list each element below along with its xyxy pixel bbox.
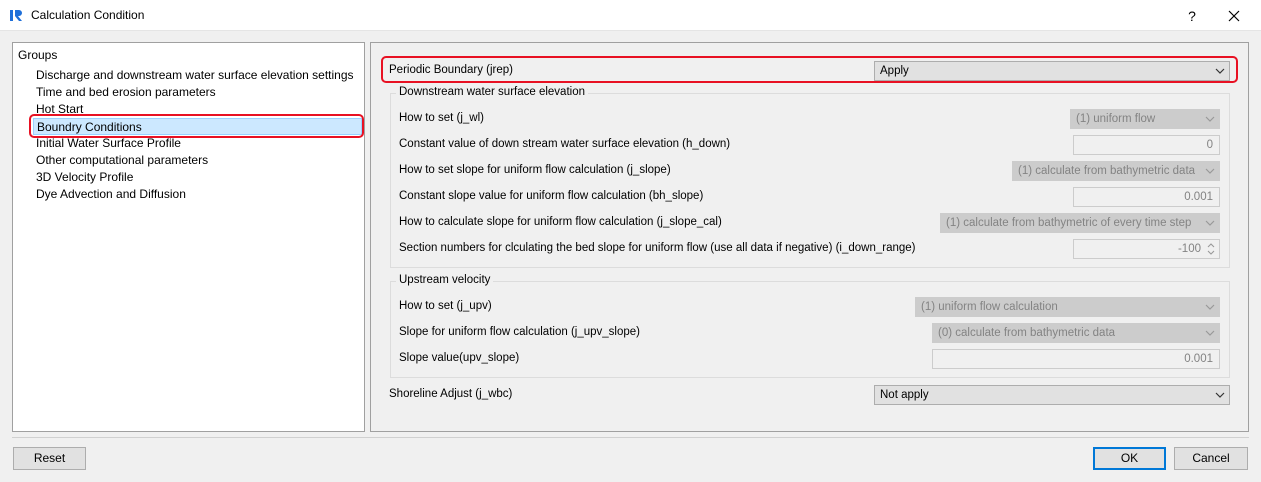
shoreline-select[interactable]: Not apply	[874, 385, 1230, 405]
j-wl-select[interactable]: (1) uniform flow	[1070, 109, 1220, 129]
i-down-range-value: -100	[1177, 243, 1201, 255]
j-slope-select[interactable]: (1) calculate from bathymetric data	[1012, 161, 1220, 181]
chevron-down-icon	[1205, 304, 1215, 310]
j-upv-value: (1) uniform flow calculation	[921, 301, 1058, 313]
j-wl-label: How to set (j_wl)	[399, 112, 484, 124]
bh-slope-label: Constant slope value for uniform flow ca…	[399, 190, 704, 202]
i-down-range-label: Section numbers for clculating the bed s…	[399, 242, 916, 254]
j-upv-label: How to set (j_upv)	[399, 300, 492, 312]
j-slope-cal-select[interactable]: (1) calculate from bathymetric of every …	[940, 213, 1220, 233]
j-upv-select[interactable]: (1) uniform flow calculation	[915, 297, 1220, 317]
help-button[interactable]: ?	[1181, 6, 1203, 26]
upv-slope-label: Slope value(upv_slope)	[399, 352, 520, 364]
ok-button[interactable]: OK	[1093, 447, 1166, 470]
j-slope-value: (1) calculate from bathymetric data	[1018, 165, 1196, 177]
h-down-input[interactable]: 0	[1073, 135, 1220, 155]
close-button[interactable]	[1223, 6, 1245, 26]
highlight-box-periodic-boundary	[381, 56, 1238, 83]
reset-button[interactable]: Reset	[13, 447, 86, 470]
j-upv-slope-value: (0) calculate from bathymetric data	[938, 327, 1116, 339]
j-wl-value: (1) uniform flow	[1076, 113, 1156, 125]
groups-title: Groups	[18, 48, 58, 62]
upstream-title: Upstream velocity	[396, 274, 494, 286]
j-upv-slope-select[interactable]: (0) calculate from bathymetric data	[932, 323, 1220, 343]
chevron-down-icon	[1205, 220, 1215, 226]
group-item-discharge[interactable]: Discharge and downstream water surface e…	[36, 67, 354, 84]
h-down-label: Constant value of down stream water surf…	[399, 138, 731, 150]
shoreline-value: Not apply	[880, 389, 929, 401]
bh-slope-input[interactable]: 0.001	[1073, 187, 1220, 207]
cancel-button[interactable]: Cancel	[1174, 447, 1248, 470]
chevron-down-icon	[1205, 116, 1215, 122]
title-bar: Calculation Condition ?	[0, 0, 1261, 31]
groups-list: Groups Discharge and downstream water su…	[12, 42, 365, 432]
bh-slope-value: 0.001	[1184, 191, 1213, 203]
j-slope-label: How to set slope for uniform flow calcul…	[399, 164, 671, 176]
chevron-down-icon	[1215, 392, 1225, 398]
chevron-down-icon	[1205, 330, 1215, 336]
group-item-time-bed-erosion[interactable]: Time and bed erosion parameters	[36, 84, 216, 101]
shoreline-label: Shoreline Adjust (j_wbc)	[389, 388, 513, 400]
close-icon	[1228, 10, 1240, 22]
highlight-box-selected-group	[29, 114, 364, 138]
downstream-title: Downstream water surface elevation	[396, 86, 588, 98]
group-item-dye-advection[interactable]: Dye Advection and Diffusion	[36, 186, 186, 203]
chevron-down-icon	[1205, 168, 1215, 174]
j-slope-cal-label: How to calculate slope for uniform flow …	[399, 216, 722, 228]
h-down-value: 0	[1206, 139, 1213, 151]
upv-slope-input[interactable]: 0.001	[932, 349, 1220, 369]
footer-separator	[12, 437, 1249, 438]
j-slope-cal-value: (1) calculate from bathymetric of every …	[946, 217, 1192, 229]
group-item-3d-velocity[interactable]: 3D Velocity Profile	[36, 169, 133, 186]
i-down-range-spinbox[interactable]: -100	[1073, 239, 1220, 259]
iric-app-icon	[10, 10, 22, 21]
upv-slope-value: 0.001	[1184, 353, 1213, 365]
window-title: Calculation Condition	[31, 8, 145, 22]
spin-arrows-icon[interactable]	[1204, 241, 1218, 257]
group-item-other-parameters[interactable]: Other computational parameters	[36, 152, 208, 169]
j-upv-slope-label: Slope for uniform flow calculation (j_up…	[399, 326, 640, 338]
